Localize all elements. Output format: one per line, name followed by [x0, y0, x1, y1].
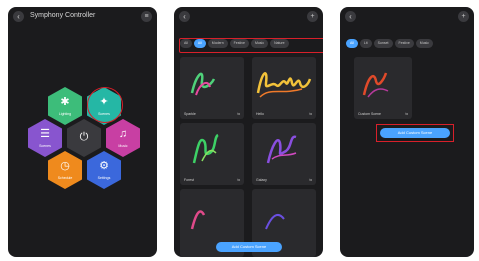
- hex-label: Settings: [97, 176, 111, 180]
- hex-lighting-button[interactable]: ✱ Lighting: [48, 87, 82, 125]
- top-bar: ‹ +: [340, 7, 474, 27]
- scene-name: Sparkle: [184, 112, 196, 116]
- menu-button[interactable]: ≡: [141, 11, 152, 22]
- tab-festive[interactable]: Festive: [394, 39, 414, 48]
- hex-music-button[interactable]: ♫ Music: [106, 119, 140, 157]
- tabs-highlight-box: [179, 38, 323, 53]
- scene-preview-image: [256, 72, 312, 98]
- top-bar: ‹ Symphony Controller ≡: [8, 7, 157, 27]
- sync-icon: ⇆: [237, 178, 240, 182]
- hex-label: Schedule: [57, 176, 73, 180]
- plus-icon: +: [310, 13, 315, 20]
- sync-icon: ⇆: [237, 112, 240, 116]
- back-button[interactable]: ‹: [13, 11, 24, 22]
- gear-icon: ⚙: [99, 160, 109, 172]
- scene-card[interactable]: Forest ⇆: [180, 123, 244, 185]
- scene-preview-image: [192, 133, 219, 164]
- menu-icon: ≡: [144, 13, 149, 20]
- clock-icon: ◷: [60, 160, 70, 172]
- scene-card[interactable]: Hello ⇆: [252, 57, 316, 119]
- hex-label: Music: [118, 144, 128, 148]
- scene-preview-image: [265, 213, 285, 230]
- tab-all-active[interactable]: All: [346, 39, 358, 48]
- hex-schedule-button[interactable]: ◷ Schedule: [48, 151, 82, 189]
- add-button[interactable]: +: [458, 11, 469, 22]
- hex-scenes-list-button[interactable]: ☰ Scenes: [28, 119, 62, 157]
- tab-sunset[interactable]: Sunset: [373, 39, 393, 48]
- back-button[interactable]: ‹: [179, 11, 190, 22]
- hex-label: Lighting: [58, 112, 72, 116]
- scene-name: Galaxy: [256, 178, 267, 182]
- scene-preview-image: [190, 72, 216, 96]
- back-arrow-icon: ‹: [17, 12, 20, 21]
- button-highlight-box: [376, 124, 454, 142]
- add-button[interactable]: +: [307, 11, 318, 22]
- power-icon: ⏻: [79, 131, 89, 143]
- app-title: Symphony Controller: [30, 12, 96, 19]
- plus-icon: +: [461, 13, 466, 20]
- custom-scene-card[interactable]: Custom Scene ⇆: [354, 57, 412, 119]
- scene-card[interactable]: Sparkle ⇆: [180, 57, 244, 119]
- custom-scenes-panel: ‹ + All Lit Sunset Festive Music Custom Scen…: [340, 7, 474, 257]
- hex-power-button[interactable]: ⏻: [67, 119, 101, 157]
- scene-preview-image: [362, 72, 389, 98]
- top-bar: ‹ +: [174, 7, 323, 27]
- back-arrow-icon: ‹: [183, 12, 186, 21]
- back-button[interactable]: ‹: [345, 11, 356, 22]
- category-tabs: All Lit Sunset Festive Music: [346, 39, 474, 50]
- back-arrow-icon: ‹: [349, 12, 352, 21]
- add-custom-scene-button[interactable]: Add Custom Scene: [216, 242, 282, 252]
- scene-name: Custom Scene: [358, 112, 381, 116]
- scene-preview-image: [190, 210, 206, 230]
- scenes-highlight-circle: [87, 87, 123, 123]
- home-screen-panel: ‹ Symphony Controller ≡ ✱ Lighting ✦ Sce…: [8, 7, 157, 257]
- sync-icon: ⇆: [405, 112, 408, 116]
- list-icon: ☰: [40, 128, 50, 140]
- sync-icon: ⇆: [309, 112, 312, 116]
- sync-icon: ⇆: [309, 178, 312, 182]
- scene-preview-image: [266, 135, 297, 164]
- tab-lit[interactable]: Lit: [359, 39, 372, 48]
- hex-settings-button[interactable]: ⚙ Settings: [87, 151, 121, 189]
- sparkle-icon: ✱: [60, 96, 70, 108]
- music-note-icon: ♫: [118, 128, 128, 140]
- scenes-screen-panel: ‹ + All All Modern Festive Music Nature Spark…: [174, 7, 323, 257]
- scene-name: Forest: [184, 178, 194, 182]
- tab-music[interactable]: Music: [415, 39, 433, 48]
- scene-card[interactable]: Galaxy ⇆: [252, 123, 316, 185]
- scene-name: Hello: [256, 112, 264, 116]
- hex-label: Scenes: [39, 144, 51, 148]
